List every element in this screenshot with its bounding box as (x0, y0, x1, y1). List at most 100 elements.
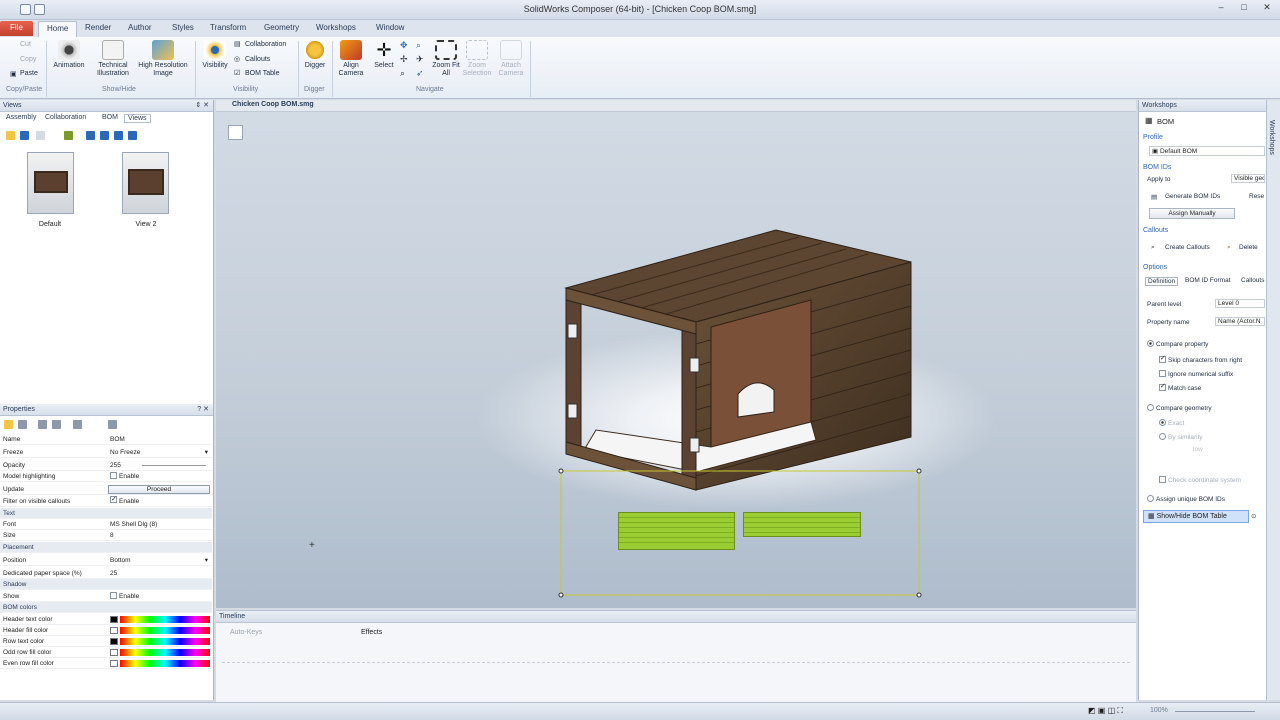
compare-property-radio[interactable]: Compare property (1147, 340, 1208, 348)
prop-row[interactable]: Filter on visible callouts Enable (0, 496, 212, 507)
viewport-menu-icon[interactable] (228, 125, 243, 140)
proceed-button[interactable]: Proceed (108, 485, 210, 494)
prop-row[interactable]: Header fill color (0, 625, 212, 636)
bom-table-toggle[interactable]: BOM Table (245, 70, 280, 77)
prop-value[interactable]: Bottom (110, 555, 131, 566)
prop-value[interactable]: No Freeze (110, 447, 140, 458)
zoom-window-icon[interactable]: ⌕ (400, 68, 405, 79)
dropdown-arrow-icon[interactable]: ▾ (205, 447, 208, 458)
assign-manually-button[interactable]: Assign Manually (1149, 208, 1235, 219)
tab-workshops[interactable]: Workshops (316, 23, 356, 32)
delete-view-icon[interactable] (36, 131, 45, 140)
attach-camera-button[interactable]: Attach Camera (494, 40, 528, 78)
exact-radio[interactable]: Exact (1159, 419, 1184, 427)
tab-home[interactable]: Home (38, 21, 78, 37)
color-swatch[interactable] (110, 627, 118, 634)
assign-unique-radio[interactable]: Assign unique BOM IDs (1147, 495, 1225, 503)
sort-icon[interactable] (18, 420, 27, 429)
bom-table-left[interactable] (618, 512, 735, 550)
show-hide-bom-table-button[interactable]: ▦ Show/Hide BOM Table (1143, 510, 1249, 523)
tab-author[interactable]: Author (128, 23, 152, 32)
by-similarity-radio[interactable]: By similarity (1159, 433, 1203, 441)
prop-row[interactable]: Opacity 255 (0, 460, 212, 471)
profile-select[interactable]: ▣ Default BOM (1149, 146, 1265, 156)
color-picker[interactable] (120, 638, 210, 645)
bom-table-checkbox-icon[interactable]: ☑ (234, 69, 240, 77)
tab-bom-id-format[interactable]: BOM ID Format (1185, 277, 1231, 284)
color-picker[interactable] (120, 660, 210, 667)
tab-window[interactable]: Window (376, 23, 404, 32)
checkbox[interactable] (110, 592, 117, 599)
tab-collaboration[interactable]: Collaboration (45, 114, 86, 121)
prop-row[interactable]: Odd row fill color (0, 647, 212, 658)
update-view-icon[interactable] (20, 131, 29, 140)
prop-row[interactable]: Name BOM (0, 434, 212, 445)
view-ops-icon[interactable] (128, 131, 137, 140)
cut-button[interactable]: Cut (20, 41, 31, 48)
prop-row[interactable]: Model highlighting Enable (0, 471, 212, 482)
copy-button[interactable]: Copy (20, 56, 36, 63)
color-swatch[interactable] (110, 660, 118, 667)
rotate-icon[interactable]: ✥ (400, 40, 408, 51)
prop-value[interactable]: BOM (110, 434, 125, 445)
skip-chars-checkbox[interactable]: Skip characters from right (1159, 356, 1242, 364)
paste-icon[interactable]: ▣ (10, 70, 17, 78)
prop-section[interactable]: Placement (0, 542, 212, 553)
prop-row[interactable]: Row text color (0, 636, 212, 647)
zoom-fit-all-button[interactable]: Zoom Fit All (432, 40, 460, 78)
workshops-side-tab[interactable]: Workshops (1268, 120, 1275, 155)
callouts-toggle[interactable]: Callouts (245, 56, 270, 63)
color-swatch[interactable] (110, 616, 118, 623)
tab-callouts[interactable]: Callouts (1241, 277, 1264, 284)
settings-icon[interactable]: ⊙ (1251, 512, 1256, 520)
close-button[interactable]: ✕ (1256, 1, 1278, 14)
apply-to-select[interactable]: Visible geo (1231, 174, 1265, 183)
bom-table-right[interactable] (743, 512, 861, 537)
color-swatch[interactable] (110, 638, 118, 645)
zoom-selection-button[interactable]: Zoom Selection (460, 40, 494, 78)
minimize-button[interactable]: – (1210, 1, 1232, 14)
filter-icon[interactable] (73, 420, 82, 429)
checkbox[interactable] (110, 496, 117, 503)
digger-button[interactable]: Digger (300, 40, 330, 70)
match-case-checkbox[interactable]: Match case (1159, 384, 1201, 392)
tab-file[interactable]: File (0, 21, 33, 36)
zoom-slider[interactable] (1175, 711, 1255, 712)
prop-section[interactable]: Shadow (0, 579, 212, 590)
view-thumbnail-default[interactable] (27, 152, 74, 214)
prop-section[interactable]: Text (0, 508, 212, 519)
prop-row[interactable]: Show Enable (0, 591, 212, 602)
prop-row[interactable]: Update Proceed (0, 484, 212, 495)
high-res-image-button[interactable]: High Resolution Image (135, 40, 191, 78)
collaboration-toggle[interactable]: Collaboration (245, 41, 286, 48)
reset-button[interactable]: Rese (1249, 193, 1264, 200)
color-swatch[interactable] (110, 649, 118, 656)
select-button[interactable]: ✛ Select (370, 40, 398, 70)
color-picker[interactable] (120, 627, 210, 634)
document-tab[interactable]: Chicken Coop BOM.smg (232, 101, 314, 108)
prop-row[interactable]: Even row fill color (0, 658, 212, 669)
timeline-ruler[interactable] (222, 655, 1130, 663)
prop-value[interactable]: 25 (110, 568, 117, 579)
prop-row[interactable]: Size 8 (0, 530, 212, 541)
pick-icon[interactable]: ➶ (416, 68, 424, 79)
maximize-button[interactable]: □ (1233, 1, 1255, 14)
dropdown-arrow-icon[interactable]: ▾ (205, 555, 208, 566)
ignore-suffix-checkbox[interactable]: Ignore numerical suffix (1159, 370, 1233, 378)
animation-button[interactable]: Animation (50, 40, 88, 70)
align-camera-button[interactable]: Align Camera (334, 40, 368, 78)
paste-button[interactable]: Paste (20, 70, 38, 77)
prop-value[interactable]: MS Shell Dlg (8) (110, 519, 157, 530)
property-name-select[interactable]: Name (Actor.N (1215, 317, 1265, 326)
prop-row[interactable]: Position Bottom ▾ (0, 555, 212, 566)
technical-illustration-button[interactable]: Technical Illustration (92, 40, 134, 78)
opacity-slider[interactable] (142, 465, 206, 466)
zoom-icon[interactable]: ⌕ (416, 40, 421, 51)
table-icon[interactable] (108, 420, 117, 429)
view-ops-icon[interactable] (100, 131, 109, 140)
view-ops-icon[interactable] (86, 131, 95, 140)
pan-icon[interactable]: ✢ (400, 54, 408, 65)
generate-bom-ids-button[interactable]: Generate BOM IDs (1165, 193, 1220, 200)
tab-geometry[interactable]: Geometry (264, 23, 299, 32)
panel-controls-icon[interactable]: ? ✕ (197, 404, 209, 415)
